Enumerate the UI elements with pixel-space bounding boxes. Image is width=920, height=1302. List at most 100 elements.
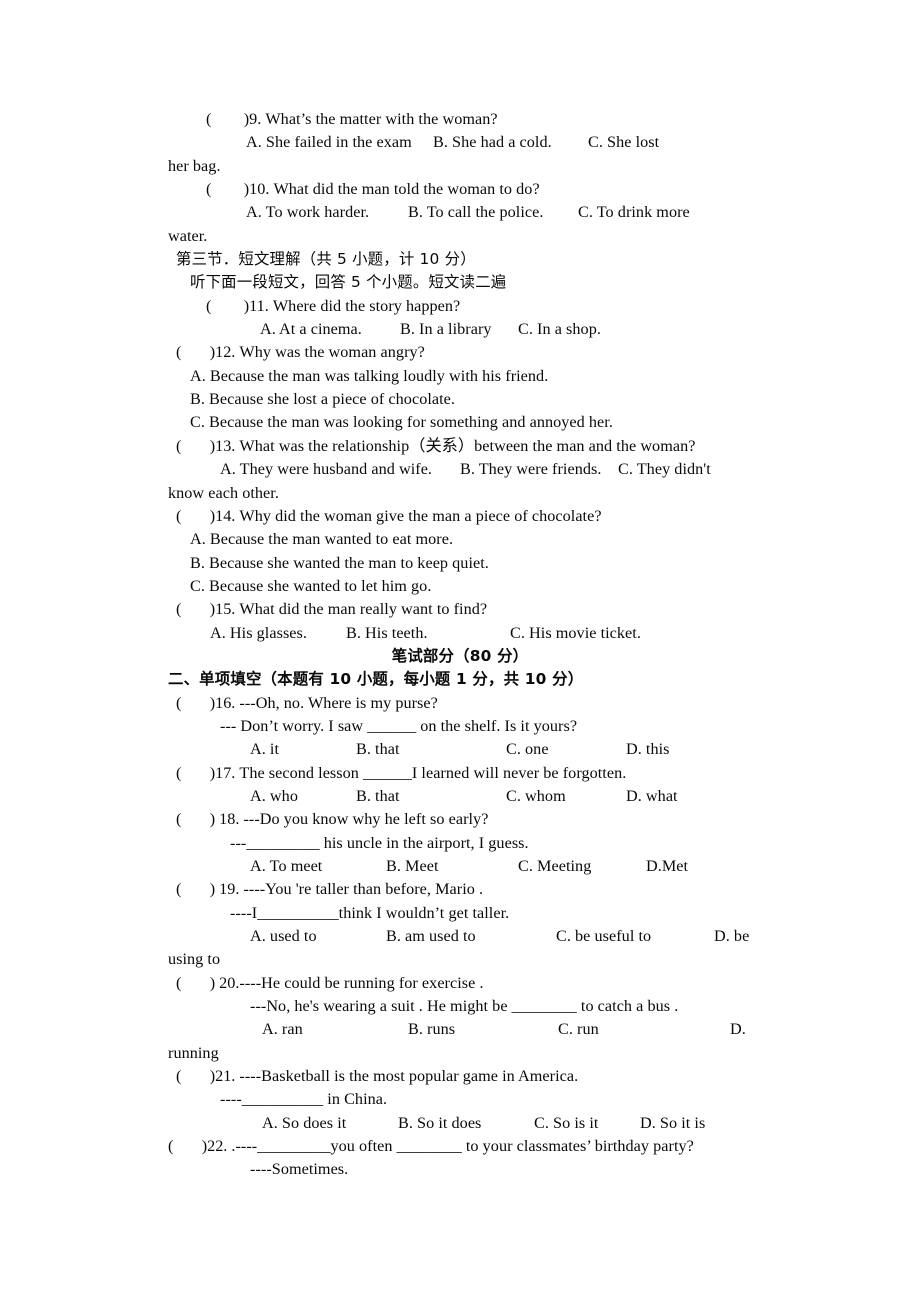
option-17-d[interactable]: D. what (626, 785, 678, 808)
answer-bracket-10[interactable]: ( )10. (206, 180, 273, 198)
question-18-stem-line: ( ) 18. ---Do you know why he left so ea… (168, 808, 752, 831)
question-13-options-wrap: know each other. (168, 483, 279, 502)
option-21-a[interactable]: A. So does it (262, 1112, 346, 1135)
option-10-c[interactable]: C. To drink more (578, 201, 690, 224)
question-11-options: A. At a cinema. B. In a library C. In a … (168, 318, 752, 341)
question-19-stem-line: ( ) 19. ----You 're taller than before, … (168, 878, 752, 901)
question-19-options: A. used to B. am used to C. be useful to… (168, 925, 752, 948)
option-18-b[interactable]: B. Meet (386, 855, 439, 878)
question-21-stem: ----Basketball is the most popular game … (239, 1067, 579, 1086)
written-part-title: 笔试部分（80 分） (391, 646, 529, 665)
option-21-c[interactable]: C. So is it (534, 1112, 598, 1135)
option-20-d[interactable]: D. (730, 1018, 746, 1041)
option-12-c[interactable]: C. Because the man was looking for somet… (168, 411, 752, 434)
question-22-stem-line: ( )22. .----_________you often ________ … (168, 1135, 752, 1158)
question-20-options-wrap: running (168, 1043, 219, 1062)
option-9-a[interactable]: A. She failed in the exam (246, 131, 412, 154)
question-13-stem: What was the relationship（关系）between the… (239, 436, 696, 455)
option-16-a[interactable]: A. it (250, 738, 279, 761)
option-13-c[interactable]: C. They didn't (618, 458, 711, 481)
answer-bracket-15[interactable]: ( )15. (176, 600, 239, 618)
option-13-b[interactable]: B. They were friends. (460, 458, 601, 481)
option-15-b[interactable]: B. His teeth. (346, 622, 428, 645)
question-9-stem: What’s the matter with the woman? (265, 110, 498, 128)
option-12-a[interactable]: A. Because the man was talking loudly wi… (168, 365, 752, 388)
question-18-options: A. To meet B. Meet C. Meeting D.Met (168, 855, 752, 878)
question-13-stem-line: ( )13. What was the relationship（关系）betw… (168, 435, 752, 458)
question-16-reply: --- Don’t worry. I saw ______ on the she… (220, 716, 578, 735)
option-14-c[interactable]: C. Because she wanted to let him go. (168, 575, 752, 598)
option-13-a[interactable]: A. They were husband and wife. (220, 458, 432, 481)
question-9-stem-line: ( )9. What’s the matter with the woman? (168, 108, 752, 131)
option-21-b[interactable]: B. So it does (398, 1112, 481, 1135)
question-14-stem: Why did the woman give the man a piece o… (239, 506, 602, 525)
question-21-options: A. So does it B. So it does C. So is it … (168, 1112, 752, 1135)
option-19-a[interactable]: A. used to (250, 925, 317, 948)
option-16-d[interactable]: D. this (626, 738, 670, 761)
question-10-stem: What did the man told the woman to do? (273, 180, 540, 199)
option-18-a[interactable]: A. To meet (250, 855, 322, 878)
question-15-options: A. His glasses. B. His teeth. C. His mov… (168, 622, 752, 645)
option-11-b[interactable]: B. In a library (400, 318, 492, 341)
question-17-options: A. who B. that C. whom D. what (168, 785, 752, 808)
option-9-c[interactable]: C. She lost (588, 131, 659, 154)
question-21-reply: ----__________ in China. (220, 1090, 388, 1109)
option-20-a[interactable]: A. ran (262, 1018, 303, 1041)
question-16-options: A. it B. that C. one D. this (168, 738, 752, 761)
option-15-a[interactable]: A. His glasses. (210, 622, 307, 645)
option-20-c[interactable]: C. run (558, 1018, 599, 1041)
answer-bracket-11[interactable]: ( )11. (206, 297, 273, 315)
question-19-options-wrap: using to (168, 950, 221, 969)
question-19-stem: ----You 're taller than before, Mario . (243, 880, 484, 899)
answer-bracket-13[interactable]: ( )13. (176, 437, 239, 455)
question-19-reply: ----I__________think I wouldn’t get tall… (230, 903, 510, 922)
option-10-b[interactable]: B. To call the police. (408, 201, 543, 224)
option-9-b[interactable]: B. She had a cold. (433, 131, 552, 154)
question-10-stem-line: ( )10. What did the man told the woman t… (168, 178, 752, 201)
question-18-stem: ---Do you know why he left so early? (243, 810, 489, 829)
option-21-d[interactable]: D. So it is (640, 1112, 705, 1135)
option-17-a[interactable]: A. who (250, 785, 298, 808)
question-12-stem: Why was the woman angry? (239, 343, 425, 362)
option-12-b[interactable]: B. Because she lost a piece of chocolate… (168, 388, 752, 411)
question-17-stem-line: ( )17. The second lesson ______I learned… (168, 762, 752, 785)
option-16-b[interactable]: B. that (356, 738, 400, 761)
option-17-b[interactable]: B. that (356, 785, 400, 808)
option-19-c[interactable]: C. be useful to (556, 925, 651, 948)
option-11-c[interactable]: C. In a shop. (518, 318, 601, 341)
option-10-a[interactable]: A. To work harder. (246, 201, 369, 224)
option-14-a[interactable]: A. Because the man wanted to eat more. (168, 528, 752, 551)
option-19-d[interactable]: D. be (714, 925, 749, 948)
question-22-reply: ----Sometimes. (250, 1160, 349, 1179)
question-14-stem-line: ( )14. Why did the woman give the man a … (168, 505, 752, 528)
option-18-d[interactable]: D.Met (646, 855, 688, 878)
question-11-stem: Where did the story happen? (272, 296, 461, 315)
question-16-stem: ---Oh, no. Where is my purse? (239, 693, 438, 712)
option-11-a[interactable]: A. At a cinema. (260, 318, 362, 341)
option-20-b[interactable]: B. runs (408, 1018, 455, 1041)
section-three-heading: 第三节．短文理解（共 5 小题，计 10 分） (176, 250, 476, 269)
exam-page: ( )9. What’s the matter with the woman? … (0, 0, 920, 1302)
option-14-b[interactable]: B. Because she wanted the man to keep qu… (168, 552, 752, 575)
answer-bracket-9[interactable]: ( )9. (206, 110, 265, 128)
question-9-options-wrap: her bag. (168, 156, 221, 175)
question-20-stem-line: ( ) 20.----He could be running for exerc… (168, 972, 752, 995)
option-19-b[interactable]: B. am used to (386, 925, 476, 948)
question-16-stem-line: ( )16. ---Oh, no. Where is my purse? (168, 692, 752, 715)
question-18-reply: ---_________ his uncle in the airport, I… (230, 833, 529, 852)
question-10-options-wrap: water. (168, 226, 208, 245)
option-16-c[interactable]: C. one (506, 738, 549, 761)
question-20-reply: ---No, he's wearing a suit . He might be… (250, 997, 679, 1016)
document-body: ( )9. What’s the matter with the woman? … (168, 108, 752, 1182)
question-11-stem-line: ( )11. Where did the story happen? (168, 295, 752, 318)
section-three-instruction: 听下面一段短文，回答 5 个小题。短文读二遍 (190, 273, 507, 292)
question-21-stem-line: ( )21. ----Basketball is the most popula… (168, 1065, 752, 1088)
option-15-c[interactable]: C. His movie ticket. (510, 622, 641, 645)
section-two-heading: 二、单项填空（本题有 10 小题，每小题 1 分，共 10 分） (168, 670, 584, 689)
question-13-options: A. They were husband and wife. B. They w… (168, 458, 752, 481)
question-20-options: A. ran B. runs C. run D. (168, 1018, 752, 1041)
question-15-stem: What did the man really want to find? (239, 600, 488, 619)
option-17-c[interactable]: C. whom (506, 785, 566, 808)
option-18-c[interactable]: C. Meeting (518, 855, 591, 878)
question-9-options: A. She failed in the exam B. She had a c… (168, 131, 752, 154)
